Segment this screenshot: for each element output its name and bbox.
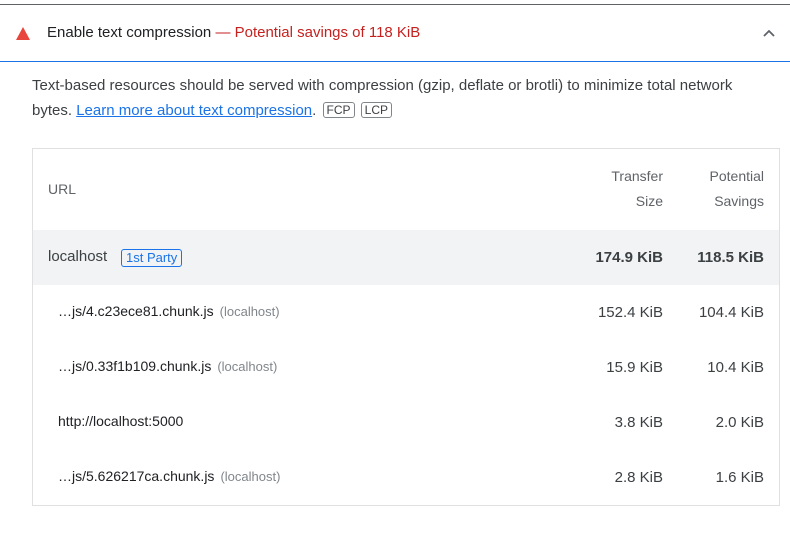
chevron-up-icon[interactable]	[762, 28, 776, 38]
learn-more-link[interactable]: Learn more about text compression	[76, 102, 312, 119]
warning-triangle-icon	[16, 27, 30, 40]
table-row: …js/5.626217ca.chunk.js (localhost) 2.8 K…	[33, 450, 779, 505]
audit-header[interactable]: Enable text compression — Potential savi…	[0, 5, 790, 62]
table-row: …js/4.c23ece81.chunk.js (localhost) 152.4…	[33, 285, 779, 340]
potential-savings: 2.0 KiB	[715, 414, 764, 431]
resource-host: (localhost)	[220, 469, 281, 484]
metric-tag-fcp: FCP	[322, 102, 355, 118]
table-header: URL Transfer Size Potential Savings	[33, 149, 779, 230]
potential-savings: 1.6 KiB	[715, 469, 764, 486]
audit-savings-text: — Potential savings of 118 KiB	[215, 24, 421, 41]
potential-savings: 104.4 KiB	[698, 304, 764, 321]
potential-savings: 10.4 KiB	[707, 359, 764, 376]
column-header-url: URL	[48, 181, 77, 197]
resource-url-text: http://localhost:5000	[58, 413, 184, 429]
column-header-transfer-size: Transfer Size	[611, 164, 663, 214]
group-potential-savings: 118.5 KiB	[697, 249, 764, 266]
audit-description: Text-based resources should be served wi…	[32, 73, 772, 123]
description-period: .	[312, 102, 317, 119]
transfer-size: 2.8 KiB	[614, 469, 663, 486]
metric-tag-lcp: LCP	[360, 102, 393, 118]
resource-url[interactable]: …js/0.33f1b109.chunk.js (localhost)	[58, 358, 277, 374]
group-transfer-size: 174.9 KiB	[595, 249, 663, 266]
resource-url[interactable]: http://localhost:5000	[58, 413, 183, 429]
table-row: …js/0.33f1b109.chunk.js (localhost) 15.9 …	[33, 340, 779, 395]
resource-url[interactable]: …js/5.626217ca.chunk.js (localhost)	[58, 468, 280, 484]
entity-name: localhost	[48, 248, 108, 265]
transfer-size: 3.8 KiB	[614, 414, 663, 431]
table-row: http://localhost:5000 3.8 KiB 2.0 KiB	[33, 395, 779, 450]
transfer-header-line2: Size	[635, 193, 663, 209]
resource-host: (localhost)	[217, 359, 278, 374]
resource-url[interactable]: …js/4.c23ece81.chunk.js (localhost)	[58, 303, 280, 319]
first-party-badge: 1st Party	[121, 249, 183, 267]
transfer-header-line1: Transfer	[611, 168, 663, 184]
audit-title: Enable text compression — Potential savi…	[47, 24, 420, 41]
savings-header-line2: Savings	[714, 193, 764, 209]
savings-header-line1: Potential	[709, 168, 764, 184]
column-header-potential-savings: Potential Savings	[710, 164, 764, 214]
transfer-size: 152.4 KiB	[597, 304, 663, 321]
details-table: URL Transfer Size Potential Savings loca…	[32, 148, 780, 506]
resource-url-text: …js/5.626217ca.chunk.js	[58, 468, 215, 484]
audit-title-text: Enable text compression	[47, 24, 212, 41]
resource-url-text: …js/4.c23ece81.chunk.js	[58, 303, 214, 319]
resource-host: (localhost)	[219, 304, 280, 319]
transfer-size: 15.9 KiB	[606, 359, 663, 376]
resource-url-text: …js/0.33f1b109.chunk.js	[58, 358, 212, 374]
entity-group-row: localhost 1st Party 174.9 KiB 118.5 KiB	[33, 230, 779, 285]
